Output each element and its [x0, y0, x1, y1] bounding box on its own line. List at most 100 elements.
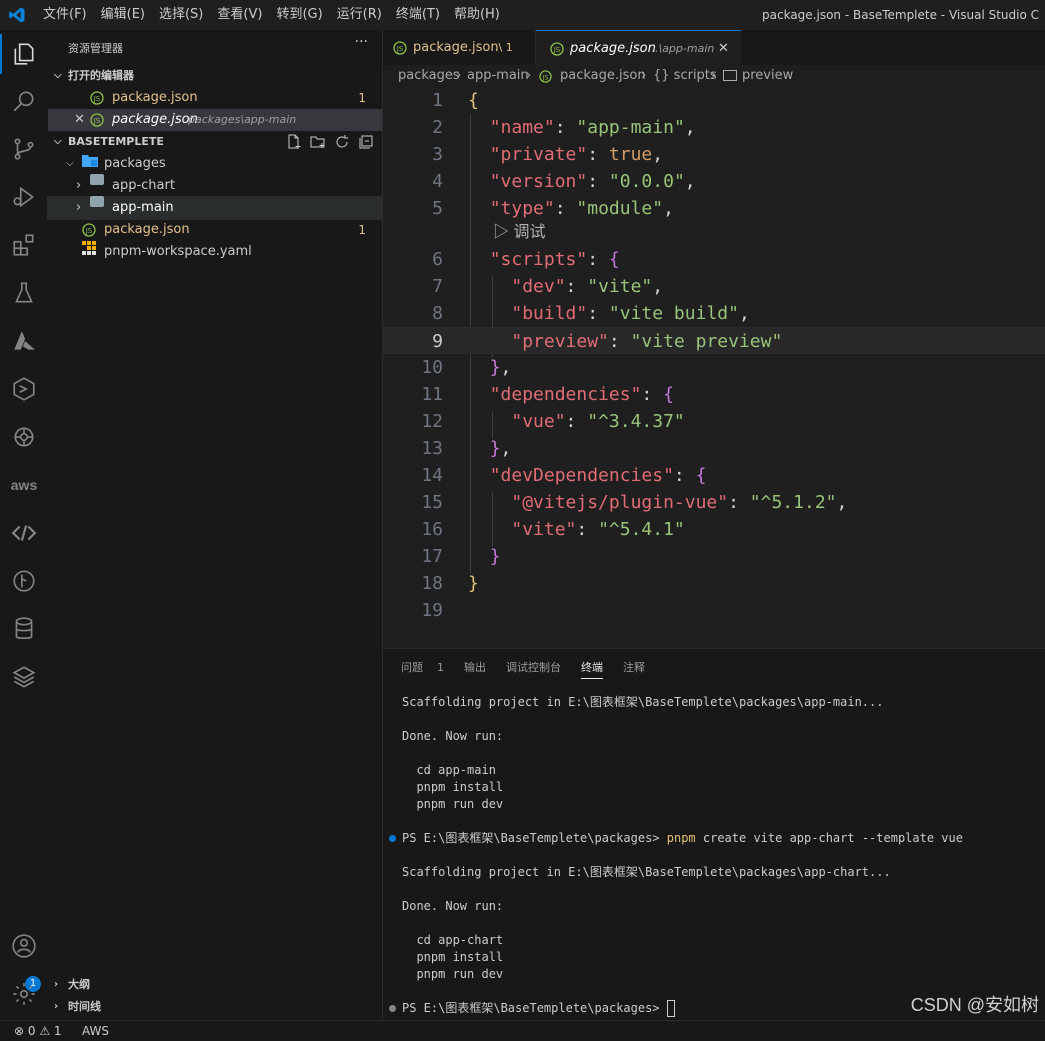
tab-package-json-root[interactable]: JS package.json .\ 1 — [383, 30, 536, 65]
close-icon[interactable]: ✕ — [74, 109, 85, 131]
tree-item-package-json[interactable]: JS package.json 1 — [48, 219, 382, 241]
tree-item-label: pnpm-workspace.yaml — [104, 244, 252, 259]
terminal-line: Done. Now run: — [402, 899, 504, 913]
new-folder-icon[interactable] — [310, 134, 326, 150]
layers-icon[interactable] — [8, 661, 40, 693]
tab-output[interactable]: 输出 — [464, 659, 486, 679]
terminal-prompt: PS E:\图表框架\BaseTemplete\packages> — [402, 1001, 667, 1015]
chevron-right-icon: › — [641, 68, 647, 83]
collapse-all-icon[interactable] — [358, 134, 374, 150]
line-number: 14 — [421, 465, 443, 486]
code-line: 6 "scripts": { — [383, 246, 1045, 273]
chevron-right-icon: › — [54, 1001, 59, 1012]
debug-codelens[interactable]: ▷ 调试 — [493, 223, 545, 243]
string-property-icon — [723, 70, 737, 81]
refresh-icon[interactable] — [334, 134, 350, 150]
chevron-right-icon: › — [54, 979, 59, 990]
tab-terminal[interactable]: 终端 — [581, 659, 603, 679]
code-line: 12 "vue": "^3.4.37" — [383, 408, 1045, 435]
breadcrumb-item[interactable]: preview — [742, 65, 793, 87]
watermark: CSDN @安如树 — [910, 995, 1039, 1015]
code-line: 3 "private": true, — [383, 141, 1045, 168]
remote-explorer-icon[interactable] — [8, 373, 40, 405]
api-icon[interactable] — [8, 517, 40, 549]
search-icon[interactable] — [8, 85, 40, 117]
openai-icon[interactable] — [8, 421, 40, 453]
breadcrumb-item[interactable]: {} scripts — [653, 65, 717, 87]
line-number: 7 — [432, 276, 443, 297]
json-file-icon: JS — [90, 87, 104, 109]
line-number: 3 — [432, 144, 443, 165]
status-aws[interactable]: AWS — [82, 1021, 109, 1041]
line-number: 6 — [432, 249, 443, 270]
panel-tabs: 问题 1 输出 调试控制台 终端 注释 — [401, 659, 645, 679]
tab-problems-label: 问题 — [401, 661, 423, 674]
azure-icon[interactable] — [8, 325, 40, 357]
outline-header[interactable]: › 大纲 — [48, 974, 382, 996]
svg-text:JS: JS — [93, 95, 101, 103]
breadcrumb-item[interactable]: packages — [398, 65, 460, 87]
menu-go[interactable]: 转到(G) — [269, 0, 329, 30]
tree-item-pnpm-workspace[interactable]: pnpm-workspace.yaml — [48, 241, 382, 263]
accounts-icon[interactable] — [8, 930, 40, 962]
folder-src-icon — [82, 153, 98, 175]
code-line: 7 "dev": "vite", — [383, 273, 1045, 300]
terminal-command-args: create vite app-chart --template vue — [695, 831, 963, 845]
chevron-down-icon: ⌵ — [54, 136, 62, 147]
line-number: 8 — [432, 303, 443, 324]
menu-view[interactable]: 查看(V) — [210, 0, 269, 30]
tab-debug-console[interactable]: 调试控制台 — [506, 659, 561, 679]
run-debug-icon[interactable] — [8, 181, 40, 213]
menu-edit[interactable]: 编辑(E) — [94, 0, 152, 30]
menu-file[interactable]: 文件(F) — [36, 0, 94, 30]
workspace-header[interactable]: ⌵ BASETEMPLETE — [48, 131, 382, 153]
testing-icon[interactable] — [8, 277, 40, 309]
settings-gear-icon[interactable] — [8, 978, 40, 1010]
terminal-line: Scaffolding project in E:\图表框架\BaseTempl… — [402, 695, 884, 709]
new-file-icon[interactable] — [286, 134, 302, 150]
code-line: 10 }, — [383, 354, 1045, 381]
source-control-icon[interactable] — [8, 133, 40, 165]
aws-icon[interactable]: aws — [8, 469, 40, 501]
terminal-line: cd app-chart — [402, 933, 504, 947]
tab-package-json-app-main[interactable]: JS package.json ...\app-main ✕ — [536, 30, 741, 65]
command-decoration-icon — [389, 1005, 396, 1012]
line-number: 12 — [421, 411, 443, 432]
code-line: 5 "type": "module", — [383, 195, 1045, 222]
timeline-header[interactable]: › 时间线 — [48, 996, 382, 1018]
more-actions-icon[interactable]: ··· — [355, 34, 368, 50]
breadcrumb-item[interactable]: app-main — [467, 65, 529, 87]
open-editors-header[interactable]: ⌵ 打开的编辑器 — [48, 65, 382, 87]
open-editor-item-active[interactable]: ✕ JS package.json packages\app-main — [48, 109, 382, 131]
tree-item-app-chart[interactable]: › app-chart — [48, 174, 382, 197]
tree-item-packages[interactable]: ⌵ packages — [48, 153, 382, 175]
tab-problems[interactable]: 问题 1 — [401, 659, 444, 679]
tree-item-label: package.json — [104, 222, 190, 237]
chevron-right-icon: › — [456, 68, 462, 83]
json-file-icon: JS — [550, 31, 564, 66]
git-graph-icon[interactable] — [8, 565, 40, 597]
close-icon[interactable]: ✕ — [718, 31, 729, 66]
code-editor[interactable]: 1{ 2 "name": "app-main", 3 "private": tr… — [383, 87, 1045, 640]
code-line: 2 "name": "app-main", — [383, 114, 1045, 141]
database-icon[interactable] — [8, 613, 40, 645]
json-file-icon: JS — [90, 109, 104, 131]
tree-item-app-main[interactable]: › app-main — [47, 196, 383, 220]
explorer-icon[interactable] — [8, 38, 40, 70]
menu-selection[interactable]: 选择(S) — [152, 0, 210, 30]
terminal-prompt: PS E:\图表框架\BaseTemplete\packages> — [402, 831, 667, 845]
terminal-output[interactable]: Scaffolding project in E:\图表框架\BaseTempl… — [389, 694, 1042, 1017]
open-editors-label: 打开的编辑器 — [68, 69, 134, 82]
menu-help[interactable]: 帮助(H) — [447, 0, 507, 30]
terminal-line: pnpm run dev — [402, 967, 504, 981]
menu-terminal[interactable]: 终端(T) — [389, 0, 447, 30]
problem-count: 1 — [358, 91, 366, 105]
breadcrumb-item[interactable]: package.json — [560, 65, 646, 87]
open-editor-item[interactable]: JS package.json 1 — [48, 87, 382, 109]
terminal-line: pnpm run dev — [402, 797, 504, 811]
tab-comments[interactable]: 注释 — [623, 659, 645, 679]
code-line: 18} — [383, 570, 1045, 597]
menu-run[interactable]: 运行(R) — [330, 0, 389, 30]
status-problems[interactable]: ⊗ 0 ⚠ 1 — [14, 1021, 62, 1041]
extensions-icon[interactable] — [8, 229, 40, 261]
